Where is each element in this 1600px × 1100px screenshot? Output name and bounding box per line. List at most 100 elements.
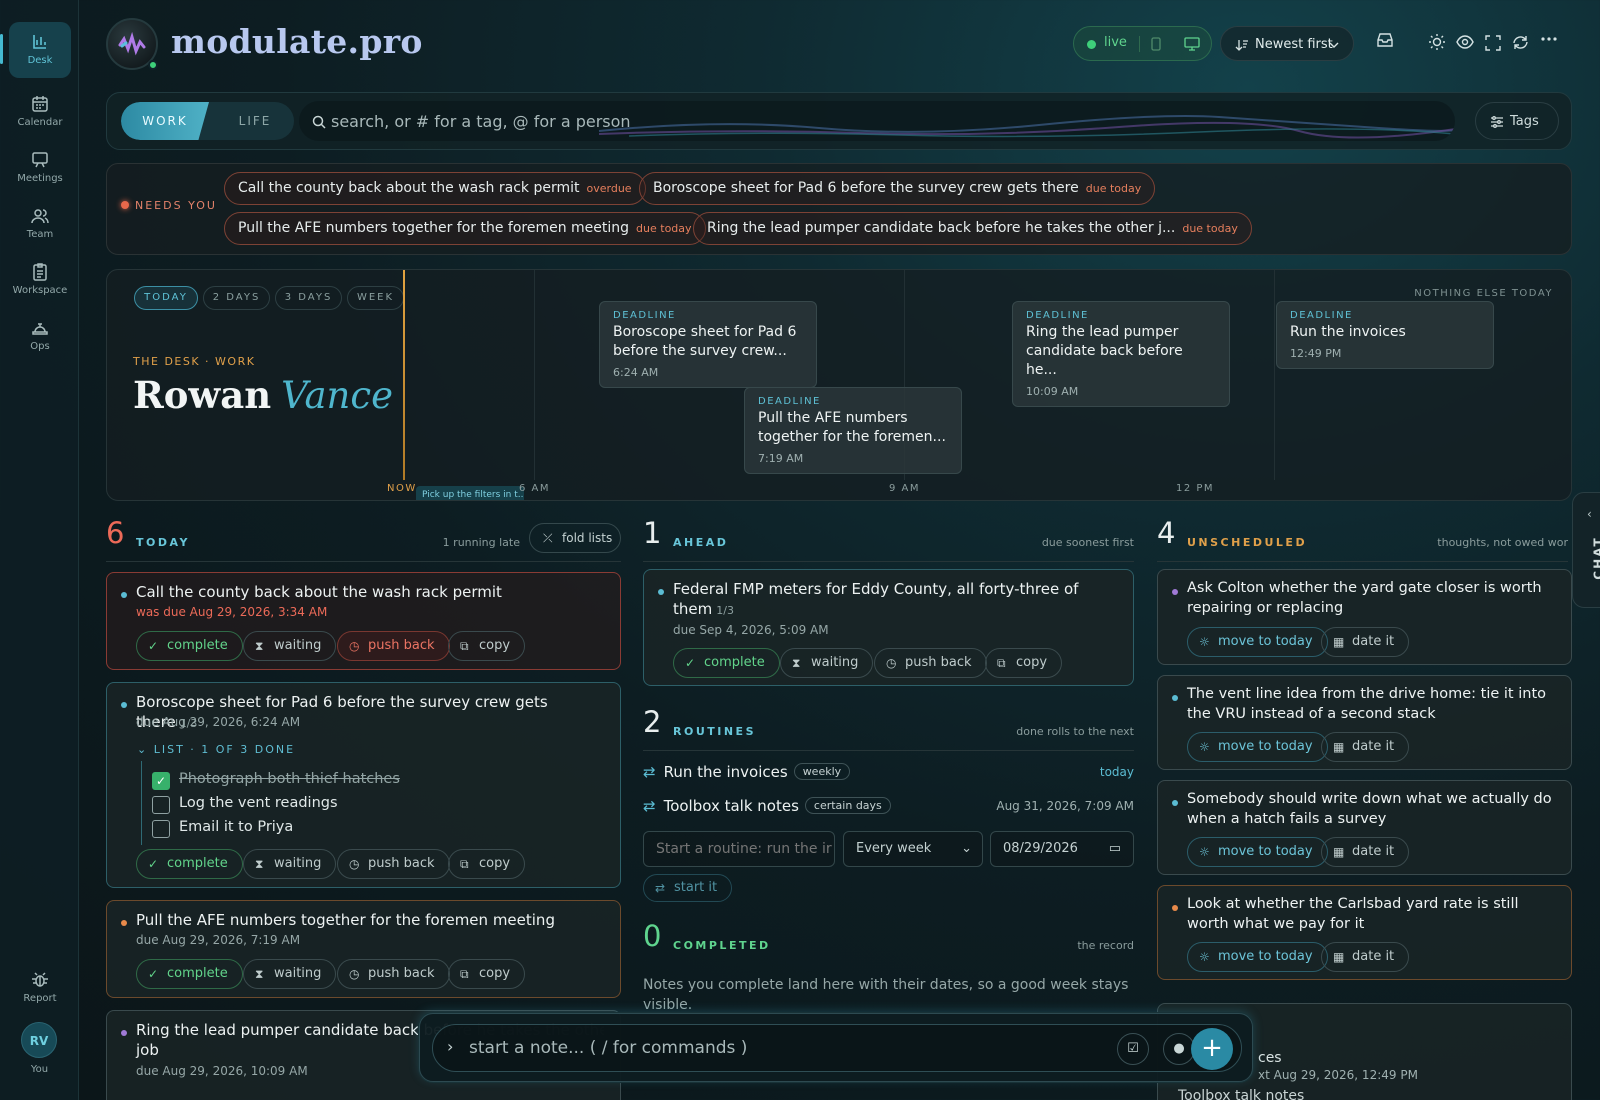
live-label: live: [1104, 35, 1127, 50]
routine-date-input[interactable]: 08/29/2026 ▭: [990, 831, 1134, 867]
move-to-today-button[interactable]: ☼ move to today: [1187, 942, 1328, 972]
timeline-event[interactable]: DEADLINE Boroscope sheet for Pad 6 before…: [599, 301, 817, 388]
move-to-today-button[interactable]: ☼ move to today: [1187, 732, 1328, 762]
complete-label: complete: [704, 655, 765, 670]
waiting-button[interactable]: ⧗ waiting: [780, 648, 874, 678]
checkbox[interactable]: [152, 796, 170, 814]
routines-header: 2 ROUTINES done rolls to the next: [643, 705, 1134, 751]
date-it-button[interactable]: ▦ date it: [1321, 837, 1410, 867]
task-card[interactable]: Pull the AFE numbers together for the fo…: [106, 900, 621, 998]
inbox-icon[interactable]: [1376, 32, 1394, 48]
routine-title: Run the invoices: [663, 763, 788, 781]
tags-label: Tags: [1510, 114, 1539, 129]
eye-icon[interactable]: [1456, 35, 1474, 49]
move-label: move to today: [1218, 844, 1313, 859]
hourglass-icon: ⧗: [255, 857, 264, 871]
checklist-header[interactable]: ⌄ LIST · 1 OF 3 DONE: [137, 743, 295, 756]
copy-button[interactable]: ⧉ copy: [448, 631, 526, 661]
move-to-today-button[interactable]: ☼ move to today: [1187, 627, 1328, 657]
nav-desk[interactable]: Desk: [0, 22, 71, 78]
date-it-button[interactable]: ▦ date it: [1321, 942, 1410, 972]
timeline-event[interactable]: DEADLINE Run the invoices 12:49 PM: [1276, 301, 1494, 369]
search-field[interactable]: [299, 101, 1455, 141]
range-2-days[interactable]: 2 DAYS: [203, 286, 270, 310]
complete-button[interactable]: ✓ complete: [136, 959, 243, 989]
live-toggle[interactable]: live: [1073, 26, 1212, 61]
push-back-button[interactable]: ◷ push back: [874, 648, 987, 678]
avatar[interactable]: RV: [21, 1022, 57, 1058]
work-segment[interactable]: WORK: [121, 102, 209, 140]
nav-team[interactable]: Team: [9, 196, 71, 252]
composer-field[interactable]: › ☑ ● +: [432, 1024, 1242, 1072]
chat-tab[interactable]: ‹ CHAT: [1572, 492, 1600, 608]
waiting-button[interactable]: ⧗ waiting: [243, 959, 337, 989]
idea-card[interactable]: Somebody should write down what we actua…: [1157, 780, 1572, 875]
task-checkbox-icon[interactable]: ☑: [1117, 1033, 1149, 1065]
needs-chip[interactable]: Call the county back about the wash rack…: [224, 172, 646, 205]
idea-card[interactable]: Ask Colton whether the yard gate closer …: [1157, 569, 1572, 665]
nav-workspace[interactable]: Workspace: [9, 252, 71, 308]
waiting-button[interactable]: ⧗ waiting: [243, 631, 337, 661]
desktop-icon[interactable]: [1184, 37, 1200, 51]
routine-date-value: 08/29/2026: [1003, 841, 1078, 856]
fold-lists-button[interactable]: ⤫ fold lists: [529, 523, 621, 553]
add-note-button[interactable]: +: [1191, 1028, 1233, 1070]
frequency-select[interactable]: Every week ⌄: [843, 831, 983, 867]
life-segment[interactable]: LIFE: [217, 102, 293, 140]
complete-button[interactable]: ✓ complete: [673, 648, 780, 678]
range-week[interactable]: WEEK: [347, 286, 404, 310]
nav-calendar-label: Calendar: [17, 117, 63, 128]
routine-item[interactable]: ⇄ Run the invoices weekly: [643, 763, 851, 781]
range-today[interactable]: TODAY: [134, 286, 198, 310]
idea-title: Somebody should write down what we actua…: [1187, 791, 1552, 827]
task-card[interactable]: Boroscope sheet for Pad 6 before the sur…: [106, 682, 621, 888]
date-it-button[interactable]: ▦ date it: [1321, 732, 1410, 762]
idea-card[interactable]: The vent line idea from the drive home: …: [1157, 675, 1572, 770]
checkbox[interactable]: [152, 820, 170, 838]
task-due: due Aug 29, 2026, 7:19 AM: [136, 933, 301, 947]
refresh-icon[interactable]: [1512, 34, 1529, 51]
search-input[interactable]: [331, 101, 1431, 141]
timeline-event[interactable]: DEADLINE Pull the AFE numbers together fo…: [744, 387, 962, 474]
complete-button[interactable]: ✓ complete: [136, 849, 243, 879]
routine-when: today: [1099, 765, 1134, 779]
push-back-button[interactable]: ◷ push back: [337, 959, 450, 989]
date-it-button[interactable]: ▦ date it: [1321, 627, 1410, 657]
nav-meetings[interactable]: Meetings: [9, 140, 71, 196]
range-3-days[interactable]: 3 DAYS: [275, 286, 342, 310]
phone-icon[interactable]: [1150, 37, 1162, 51]
push-back-button[interactable]: ◷ push back: [337, 631, 450, 661]
more-icon[interactable]: [1541, 36, 1557, 42]
date-label: date it: [1352, 739, 1395, 754]
push-back-button[interactable]: ◷ push back: [337, 849, 450, 879]
copy-button[interactable]: ⧉ copy: [448, 849, 526, 879]
copy-button[interactable]: ⧉ copy: [985, 648, 1063, 678]
routine-item[interactable]: ⇄ Toolbox talk notes certain days: [643, 797, 891, 815]
nav-ops[interactable]: Ops: [9, 308, 71, 364]
tags-button[interactable]: Tags: [1475, 102, 1559, 140]
needs-chip[interactable]: Pull the AFE numbers together for the fo…: [224, 212, 706, 245]
needs-chip[interactable]: Ring the lead pumper candidate back befo…: [693, 212, 1252, 245]
task-card[interactable]: Call the county back about the wash rack…: [106, 572, 621, 670]
start-routine-button[interactable]: ⇄ start it: [643, 874, 733, 902]
idea-card[interactable]: Look at whether the Carlsbad yard rate i…: [1157, 885, 1572, 980]
copy-button[interactable]: ⧉ copy: [448, 959, 526, 989]
fullscreen-icon[interactable]: [1485, 35, 1501, 51]
work-life-toggle[interactable]: WORK LIFE: [121, 102, 294, 140]
nav-report[interactable]: Report: [9, 960, 71, 1016]
ahead-header: 1 AHEAD due soonest first: [643, 516, 1134, 562]
routine-name-input[interactable]: [643, 831, 835, 867]
nav-calendar[interactable]: Calendar: [9, 84, 71, 140]
note-input[interactable]: [469, 1025, 1069, 1071]
complete-button[interactable]: ✓ complete: [136, 631, 243, 661]
routine-title: Toolbox talk notes: [663, 797, 799, 815]
task-card[interactable]: Federal FMP meters for Eddy County, all …: [643, 569, 1134, 686]
needs-chip[interactable]: Boroscope sheet for Pad 6 before the sur…: [639, 172, 1156, 205]
chip-text: Boroscope sheet for Pad 6 before the sur…: [653, 180, 1079, 196]
timeline-event[interactable]: DEADLINE Ring the lead pumper candidate b…: [1012, 301, 1230, 407]
move-to-today-button[interactable]: ☼ move to today: [1187, 837, 1328, 867]
sort-dropdown[interactable]: Newest first: [1220, 26, 1354, 61]
checkbox[interactable]: ✓: [152, 772, 170, 790]
sun-icon[interactable]: [1428, 33, 1446, 51]
waiting-button[interactable]: ⧗ waiting: [243, 849, 337, 879]
